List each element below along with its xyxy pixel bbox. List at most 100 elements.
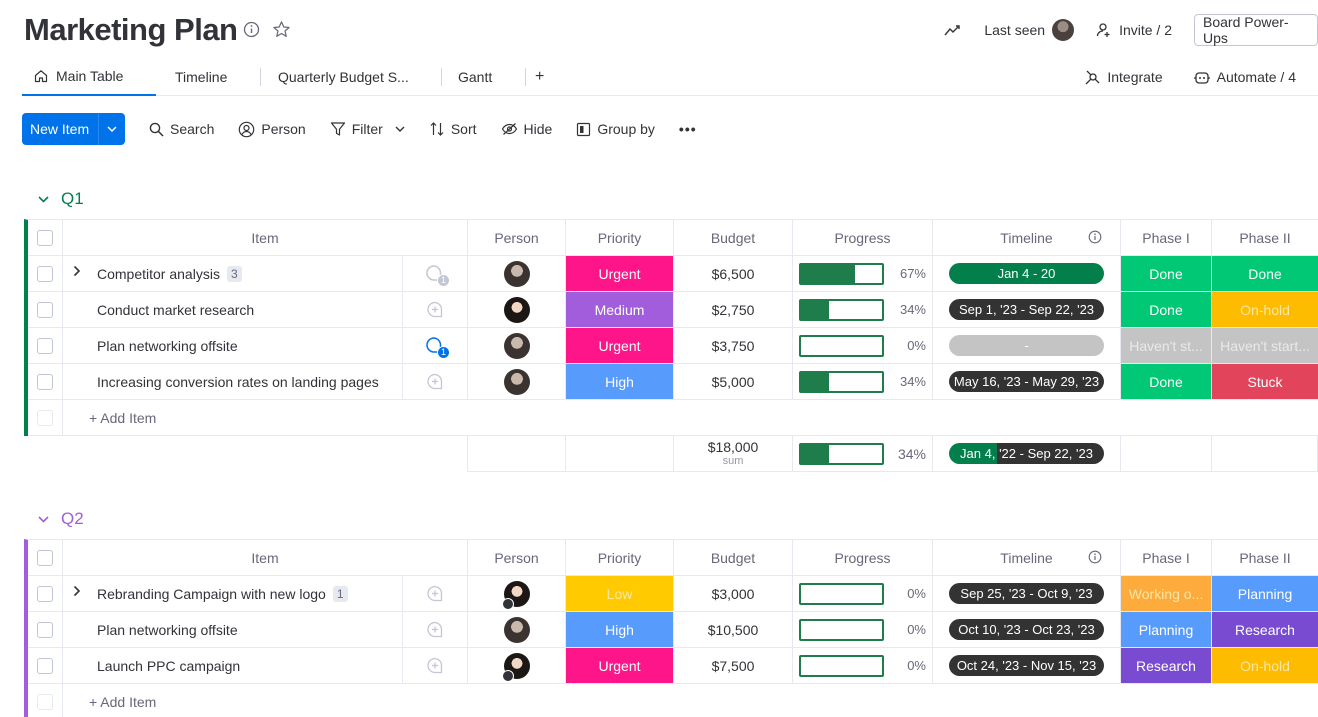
column-header-phase2[interactable]: Phase II: [1212, 540, 1318, 575]
sort-button[interactable]: Sort: [429, 121, 477, 137]
column-header-phase1[interactable]: Phase I: [1121, 220, 1212, 255]
item-name-cell[interactable]: Increasing conversion rates on landing p…: [63, 364, 403, 399]
person-cell[interactable]: [468, 612, 566, 647]
priority-cell[interactable]: High: [566, 364, 674, 399]
timeline-cell[interactable]: May 16, '23 - May 29, '23: [933, 364, 1121, 399]
row-select-cell[interactable]: [28, 328, 63, 363]
add-item-row[interactable]: + Add Item: [28, 684, 1318, 717]
row-select-cell[interactable]: [28, 292, 63, 327]
new-item-button[interactable]: New Item: [22, 113, 125, 145]
priority-cell[interactable]: Low: [566, 576, 674, 611]
automate-button[interactable]: Automate / 4: [1193, 69, 1296, 85]
activity-button[interactable]: [944, 23, 962, 37]
item-name-cell[interactable]: Plan networking offsite: [63, 328, 403, 363]
hide-button[interactable]: Hide: [501, 121, 552, 137]
last-seen-button[interactable]: Last seen: [984, 19, 1075, 41]
updates-cell[interactable]: [403, 612, 468, 647]
phase1-status-cell[interactable]: Research: [1121, 648, 1212, 683]
column-header-priority[interactable]: Priority: [566, 220, 674, 255]
more-actions-button[interactable]: •••: [679, 121, 697, 137]
group-title[interactable]: Q2: [38, 509, 84, 529]
row-checkbox[interactable]: [37, 585, 53, 602]
row-checkbox[interactable]: [37, 301, 53, 318]
subitems-count-badge[interactable]: 1: [332, 585, 348, 602]
row-checkbox[interactable]: [37, 621, 53, 638]
updates-cell[interactable]: 1: [403, 328, 468, 363]
row-select-cell[interactable]: [28, 648, 63, 683]
select-all-cell[interactable]: [28, 540, 63, 575]
board-power-ups-button[interactable]: Board Power-Ups: [1194, 14, 1318, 46]
add-item-input[interactable]: + Add Item: [63, 400, 1318, 435]
person-cell[interactable]: [468, 328, 566, 363]
updates-cell[interactable]: 1: [403, 256, 468, 291]
phase1-status-cell[interactable]: Working o...: [1121, 576, 1212, 611]
timeline-cell[interactable]: Sep 1, '23 - Sep 22, '23: [933, 292, 1121, 327]
item-name-cell[interactable]: Conduct market research: [63, 292, 403, 327]
group-by-button[interactable]: Group by: [576, 121, 655, 137]
select-all-checkbox[interactable]: [37, 229, 53, 246]
budget-cell[interactable]: $10,500: [674, 612, 793, 647]
column-header-priority[interactable]: Priority: [566, 540, 674, 575]
row-select-cell[interactable]: [28, 256, 63, 291]
column-header-budget[interactable]: Budget: [674, 220, 793, 255]
table-row[interactable]: Conduct market research Medium $2,750 34% Se…: [28, 292, 1318, 328]
integrate-button[interactable]: Integrate: [1085, 69, 1163, 85]
add-item-row[interactable]: + Add Item: [28, 400, 1318, 436]
person-filter-button[interactable]: Person: [238, 121, 306, 138]
priority-cell[interactable]: Urgent: [566, 648, 674, 683]
updates-cell[interactable]: [403, 648, 468, 683]
budget-cell[interactable]: $3,750: [674, 328, 793, 363]
table-row[interactable]: Rebranding Campaign with new logo 1 Low $3,…: [28, 576, 1318, 612]
priority-cell[interactable]: Urgent: [566, 328, 674, 363]
timeline-cell[interactable]: Oct 10, '23 - Oct 23, '23: [933, 612, 1121, 647]
phase2-status-cell[interactable]: Research: [1212, 612, 1318, 647]
priority-cell[interactable]: Urgent: [566, 256, 674, 291]
search-button[interactable]: Search: [149, 121, 214, 137]
item-name-cell[interactable]: Launch PPC campaign: [63, 648, 403, 683]
tab-gantt[interactable]: Gantt: [441, 58, 526, 96]
add-item-input[interactable]: + Add Item: [63, 684, 1318, 717]
invite-button[interactable]: Invite / 2: [1096, 22, 1172, 38]
table-row[interactable]: Plan networking offsite High $10,500 0% Oct …: [28, 612, 1318, 648]
column-header-timeline[interactable]: Timeline: [933, 540, 1121, 575]
phase2-status-cell[interactable]: On-hold: [1212, 648, 1318, 683]
budget-cell[interactable]: $2,750: [674, 292, 793, 327]
info-icon[interactable]: [243, 21, 260, 38]
timeline-cell[interactable]: Sep 25, '23 - Oct 9, '23: [933, 576, 1121, 611]
phase2-status-cell[interactable]: Stuck: [1212, 364, 1318, 399]
updates-cell[interactable]: [403, 364, 468, 399]
tab-timeline[interactable]: Timeline: [156, 58, 261, 96]
column-header-budget[interactable]: Budget: [674, 540, 793, 575]
person-cell[interactable]: [468, 576, 566, 611]
table-row[interactable]: Competitor analysis 3 1 Urgent $6,500 67% Jan …: [28, 256, 1318, 292]
board-title[interactable]: Marketing Plan: [24, 12, 238, 48]
budget-cell[interactable]: $7,500: [674, 648, 793, 683]
row-select-cell[interactable]: [28, 364, 63, 399]
column-header-progress[interactable]: Progress: [793, 540, 933, 575]
timeline-cell[interactable]: Jan 4 - 20: [933, 256, 1121, 291]
select-all-checkbox[interactable]: [37, 549, 53, 566]
row-checkbox[interactable]: [37, 337, 53, 354]
budget-sum-cell[interactable]: $18,000 sum: [674, 436, 793, 471]
phase1-status-cell[interactable]: Done: [1121, 364, 1212, 399]
column-header-timeline[interactable]: Timeline: [933, 220, 1121, 255]
row-checkbox[interactable]: [37, 657, 53, 674]
phase1-status-cell[interactable]: Done: [1121, 292, 1212, 327]
row-select-cell[interactable]: [28, 576, 63, 611]
column-header-phase1[interactable]: Phase I: [1121, 540, 1212, 575]
person-cell[interactable]: [468, 364, 566, 399]
person-cell[interactable]: [468, 292, 566, 327]
budget-cell[interactable]: $6,500: [674, 256, 793, 291]
column-header-phase2[interactable]: Phase II: [1212, 220, 1318, 255]
column-header-person[interactable]: Person: [468, 220, 566, 255]
subitems-count-badge[interactable]: 3: [226, 265, 242, 282]
priority-cell[interactable]: High: [566, 612, 674, 647]
timeline-cell[interactable]: -: [933, 328, 1121, 363]
phase1-status-cell[interactable]: Done: [1121, 256, 1212, 291]
item-name-cell[interactable]: Competitor analysis 3: [63, 256, 403, 291]
table-row[interactable]: Plan networking offsite 1 Urgent $3,750 0% - H…: [28, 328, 1318, 364]
add-view-button[interactable]: +: [525, 58, 555, 96]
timeline-cell[interactable]: Oct 24, '23 - Nov 15, '23: [933, 648, 1121, 683]
row-checkbox[interactable]: [37, 265, 53, 282]
updates-cell[interactable]: [403, 576, 468, 611]
